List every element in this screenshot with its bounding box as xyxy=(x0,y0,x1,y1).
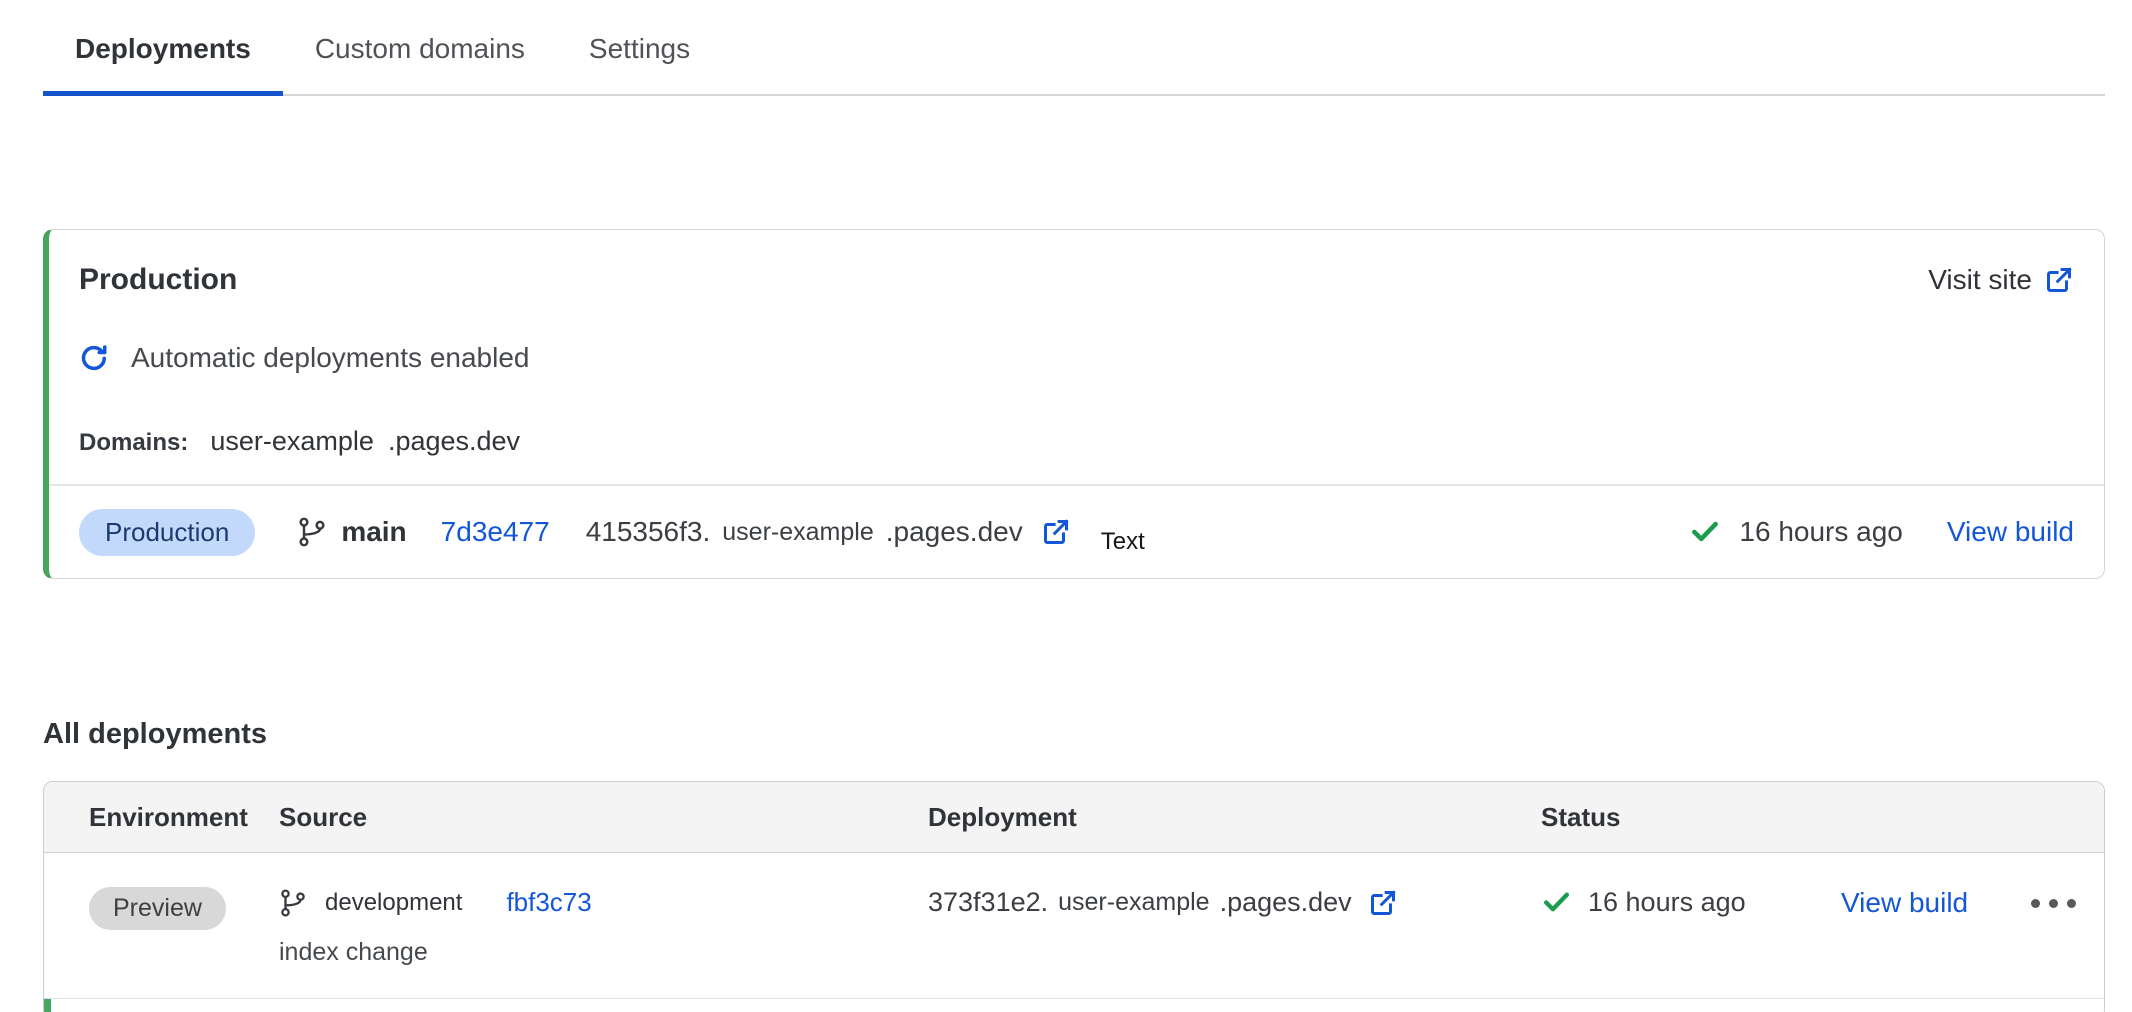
external-link-icon[interactable] xyxy=(1368,888,1398,918)
check-icon xyxy=(1541,887,1572,918)
tab-custom-domains[interactable]: Custom domains xyxy=(283,0,557,96)
domain-project: user-example xyxy=(210,424,374,458)
deployment-url-suffix: .pages.dev xyxy=(1220,887,1352,918)
deployment-url-project: user-example xyxy=(1058,888,1209,917)
environment-badge: Preview xyxy=(89,887,226,930)
column-header-status: Status xyxy=(1541,782,1841,852)
ellipsis-dot xyxy=(2067,899,2076,908)
branch-name: development xyxy=(325,889,462,917)
ellipsis-dot xyxy=(2031,899,2040,908)
commit-link[interactable]: fbf3c73 xyxy=(506,887,591,918)
column-header-source: Source xyxy=(279,782,928,852)
deployment-cell: 373f31e2. user-example .pages.dev xyxy=(928,887,1541,918)
environment-badge: Production xyxy=(79,509,255,556)
deployment-url[interactable]: 373f31e2. user-example .pages.dev xyxy=(928,887,1541,918)
table-row: Preview development fbf3c73 xyxy=(44,853,2104,998)
commit-message: index change xyxy=(279,938,928,967)
auto-deployments-status: Automatic deployments enabled xyxy=(79,340,2074,376)
column-header-spacer xyxy=(1841,782,2031,852)
source-cell: development fbf3c73 index change xyxy=(279,887,928,967)
production-deployment-row: Production main 7d3e477 415356f3. user-e… xyxy=(49,484,2104,578)
table-header-row: Environment Source Deployment Status xyxy=(44,782,2104,853)
all-deployments-heading: All deployments xyxy=(43,715,2105,753)
deployment-url-suffix: .pages.dev xyxy=(886,516,1023,548)
view-build-link[interactable]: View build xyxy=(1841,887,1968,918)
deployment-url-hash: 415356f3. xyxy=(586,516,711,548)
tab-deployments[interactable]: Deployments xyxy=(43,0,283,96)
deployment-url[interactable]: 415356f3. user-example .pages.dev xyxy=(586,516,1071,548)
next-table-row-partial xyxy=(44,998,2104,1012)
deploy-time: 16 hours ago xyxy=(1588,887,1746,918)
visit-site-label: Visit site xyxy=(1928,260,2032,300)
production-row-accent-bar xyxy=(44,999,51,1012)
tab-settings[interactable]: Settings xyxy=(557,0,722,96)
view-build-link[interactable]: View build xyxy=(1947,516,2074,548)
external-link-icon xyxy=(2044,265,2074,295)
commit-message-note: Text xyxy=(1101,528,1145,556)
ellipsis-dot xyxy=(2049,899,2058,908)
deploy-time: 16 hours ago xyxy=(1739,516,1902,548)
refresh-icon xyxy=(79,343,109,373)
view-build-cell: View build xyxy=(1841,887,2031,919)
deployment-url-hash: 373f31e2. xyxy=(928,887,1048,918)
check-icon xyxy=(1689,516,1721,548)
status-cell: 16 hours ago xyxy=(1541,887,1841,918)
deployment-url-project: user-example xyxy=(722,518,873,547)
visit-site-link[interactable]: Visit site xyxy=(1928,260,2074,300)
row-menu-cell xyxy=(2031,887,2104,908)
auto-deployments-text: Automatic deployments enabled xyxy=(131,340,529,376)
git-branch-icon xyxy=(279,888,307,918)
pages-project-panel: Deployments Custom domains Settings Prod… xyxy=(43,0,2105,1012)
domains-label: Domains: xyxy=(79,426,188,460)
commit-link[interactable]: 7d3e477 xyxy=(441,516,550,548)
domain-suffix: .pages.dev xyxy=(388,424,520,458)
production-card-title: Production xyxy=(79,260,237,300)
external-link-icon[interactable] xyxy=(1041,517,1071,547)
environment-cell: Preview xyxy=(44,887,279,930)
deployments-table: Environment Source Deployment Status Pre… xyxy=(43,781,2105,1012)
column-header-environment: Environment xyxy=(44,782,279,852)
column-header-spacer xyxy=(2031,782,2104,852)
domains-line: Domains: user-example .pages.dev xyxy=(79,424,2074,460)
overflow-menu-button[interactable] xyxy=(2031,887,2104,908)
production-card: Production Visit site xyxy=(43,229,2105,579)
tab-bar: Deployments Custom domains Settings xyxy=(43,0,2105,96)
column-header-deployment: Deployment xyxy=(928,782,1541,852)
git-branch-icon xyxy=(297,516,327,548)
source-branch-group: main xyxy=(297,516,406,548)
branch-name: main xyxy=(341,516,406,548)
